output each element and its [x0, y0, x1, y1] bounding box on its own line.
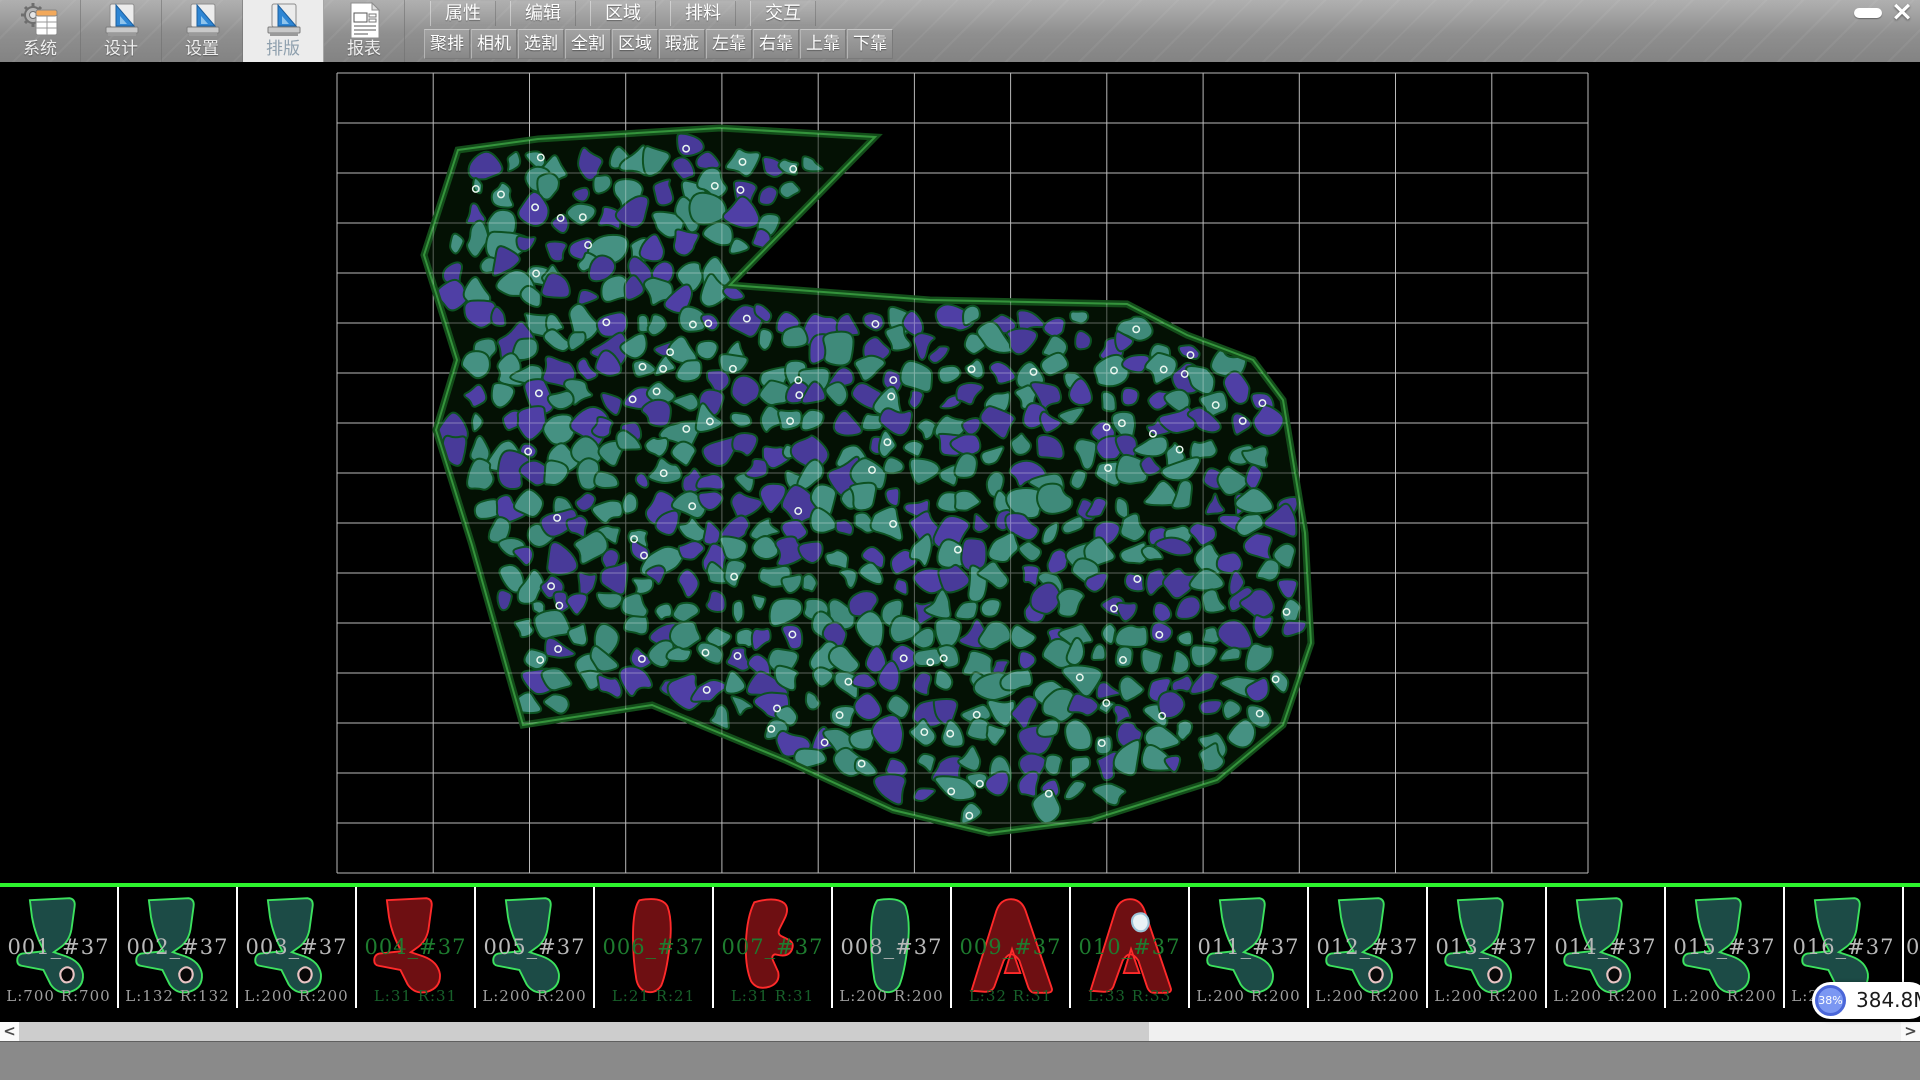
part-lr-count: L:200 R:200	[1428, 987, 1545, 1005]
part-thumbnail[interactable]: 015_#37 L:200 R:200	[1666, 887, 1785, 1008]
nesting-canvas[interactable]	[0, 62, 1920, 883]
menu-tab-属性[interactable]: 属性	[430, 1, 496, 26]
tool-button-瑕疵[interactable]: 瑕疵	[659, 29, 705, 59]
part-thumbnail[interactable]: 006_#37 L:21 R:21	[595, 887, 714, 1008]
scrollbar-thumb[interactable]	[19, 1022, 1149, 1041]
tool-button-下靠[interactable]: 下靠	[847, 29, 893, 59]
report-icon	[344, 1, 384, 39]
part-label: 004_#37	[357, 935, 474, 959]
part-lr-count: L:200 R:200	[1547, 987, 1664, 1005]
tool-button-bar: 聚排相机选割全割区域瑕疵左靠右靠上靠下靠	[424, 29, 894, 61]
module-label: 系统	[23, 39, 57, 59]
scroll-left-arrow[interactable]: <	[0, 1022, 19, 1041]
part-thumbnail[interactable]: 008_#37 L:200 R:200	[833, 887, 952, 1008]
tool-button-左靠[interactable]: 左靠	[706, 29, 752, 59]
tool-button-全割[interactable]: 全割	[565, 29, 611, 59]
part-label: 013_#37	[1428, 935, 1545, 959]
part-thumbnail[interactable]: 011_#37 L:200 R:200	[1190, 887, 1309, 1008]
part-label: 010_#37	[1071, 935, 1188, 959]
part-lr-count: L:200 R:200	[1666, 987, 1783, 1005]
memory-usage-badge[interactable]: 38% 384.8M	[1812, 982, 1920, 1019]
part-lr-count: L:132 R:132	[119, 987, 236, 1005]
menu-tab-排料[interactable]: 排料	[670, 1, 736, 26]
part-thumbnail[interactable]: 009_#37 L:32 R:31	[952, 887, 1071, 1008]
memory-size-label: 384.8M	[1856, 982, 1920, 1019]
tool-button-右靠[interactable]: 右靠	[753, 29, 799, 59]
part-thumbnail[interactable]: 007_#37 L:31 R:31	[714, 887, 833, 1008]
module-设计[interactable]: 设计	[81, 0, 162, 62]
menu-tab-编辑[interactable]: 编辑	[510, 1, 576, 26]
module-bar: 系统 设计 设置 排版 报表	[0, 0, 405, 62]
scroll-right-arrow[interactable]: >	[1901, 1022, 1920, 1041]
minimize-button[interactable]	[1854, 8, 1882, 18]
part-label: 012_#37	[1309, 935, 1426, 959]
tool-button-区域[interactable]: 区域	[612, 29, 658, 59]
part-thumbnail[interactable]: 004_#37 L:31 R:31	[357, 887, 476, 1008]
part-label: 006_#37	[595, 935, 712, 959]
toolbar-header: 系统设计设置排版报表 属性编辑区域排料交互 聚排相机选割全割区域瑕疵左靠右靠上靠…	[0, 0, 1920, 62]
tool-button-相机[interactable]: 相机	[471, 29, 517, 59]
tool-button-选割[interactable]: 选割	[518, 29, 564, 59]
part-lr-count: L:200 R:200	[1309, 987, 1426, 1005]
part-lr-count: L:200 R:200	[476, 987, 593, 1005]
menu-tab-区域[interactable]: 区域	[590, 1, 656, 26]
nesting-canvas-svg[interactable]	[0, 62, 1920, 883]
part-label: 015_#37	[1666, 935, 1783, 959]
part-lr-count: L:700 R:700	[0, 987, 117, 1005]
design-icon	[101, 1, 141, 39]
part-label: 001_#37	[0, 935, 117, 959]
memory-percent-indicator: 38%	[1815, 985, 1846, 1016]
menu-tab-交互[interactable]: 交互	[750, 1, 816, 26]
module-系统[interactable]: 系统	[0, 0, 81, 62]
part-thumbnail[interactable]: 005_#37 L:200 R:200	[476, 887, 595, 1008]
part-lr-count: L:32 R:31	[952, 987, 1069, 1005]
part-thumbnail[interactable]: 013_#37 L:200 R:200	[1428, 887, 1547, 1008]
part-label: 007_#37	[714, 935, 831, 959]
part-lr-count: L:31 R:31	[357, 987, 474, 1005]
parts-thumbnail-strip: 001_#37L:700 R:700002_#37L:132 R:132003_…	[0, 883, 1920, 1022]
part-label: 014_#37	[1547, 935, 1664, 959]
settings-icon	[182, 1, 222, 39]
module-label: 设置	[185, 39, 219, 59]
part-lr-count: L:200 R:200	[833, 987, 950, 1005]
menu-tab-bar: 属性编辑区域排料交互	[430, 1, 830, 27]
part-thumbnail[interactable]: 001_#37 L:700 R:700	[0, 887, 119, 1008]
tool-button-上靠[interactable]: 上靠	[800, 29, 846, 59]
part-label: 002_#37	[119, 935, 236, 959]
part-label: 005_#37	[476, 935, 593, 959]
module-设置[interactable]: 设置	[162, 0, 243, 62]
part-label: 008_#37	[833, 935, 950, 959]
horizontal-scrollbar[interactable]: < >	[0, 1022, 1920, 1041]
part-label: 003_#37	[238, 935, 355, 959]
part-thumbnail[interactable]: 010_#37 L:33 R:33	[1071, 887, 1190, 1008]
part-label: 011_#37	[1190, 935, 1307, 959]
close-button[interactable]: ×	[1887, 0, 1917, 26]
tool-button-聚排[interactable]: 聚排	[424, 29, 470, 59]
part-label: 016_#37	[1785, 935, 1902, 959]
application-window: 系统设计设置排版报表 属性编辑区域排料交互 聚排相机选割全割区域瑕疵左靠右靠上靠…	[0, 0, 1920, 1080]
part-label: 0	[1906, 935, 1920, 959]
part-lr-count: L:31 R:31	[714, 987, 831, 1005]
part-lr-count: L:200 R:200	[1190, 987, 1307, 1005]
part-lr-count: L:21 R:21	[595, 987, 712, 1005]
part-lr-count: L:200 R:200	[238, 987, 355, 1005]
part-thumbnail[interactable]: 012_#37 L:200 R:200	[1309, 887, 1428, 1008]
part-lr-count: L:33 R:33	[1071, 987, 1188, 1005]
status-bar	[0, 1041, 1920, 1080]
part-thumbnail[interactable]: 014_#37 L:200 R:200	[1547, 887, 1666, 1008]
module-排版[interactable]: 排版	[243, 0, 324, 62]
module-报表[interactable]: 报表	[324, 0, 405, 62]
layout-icon	[263, 1, 303, 39]
module-label: 设计	[104, 39, 138, 59]
part-label: 009_#37	[952, 935, 1069, 959]
module-label: 排版	[266, 39, 300, 59]
part-thumbnail[interactable]: 002_#37 L:132 R:132	[119, 887, 238, 1008]
part-thumbnail[interactable]: 003_#37 L:200 R:200	[238, 887, 357, 1008]
system-icon	[20, 1, 60, 39]
module-label: 报表	[347, 39, 381, 59]
